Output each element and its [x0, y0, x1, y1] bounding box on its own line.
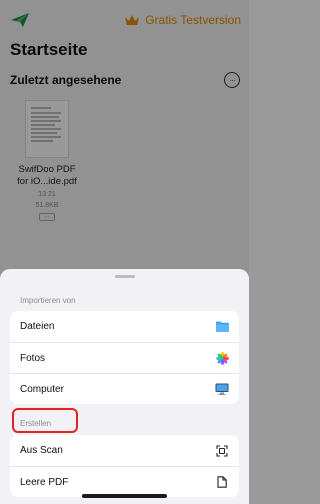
scan-highlight-annotation: [12, 408, 78, 433]
action-sheet: Importieren von Dateien Fotos Computer E…: [0, 269, 249, 504]
photos-icon: [215, 351, 229, 365]
create-blank-pdf-item[interactable]: Leere PDF: [10, 466, 239, 497]
import-files-label: Dateien: [20, 321, 55, 332]
home-indicator[interactable]: [82, 494, 167, 498]
create-group: Aus Scan Leere PDF: [10, 435, 239, 497]
create-blank-pdf-label: Leere PDF: [20, 476, 69, 488]
import-photos-label: Fotos: [20, 352, 46, 364]
create-from-scan-label: Aus Scan: [20, 445, 63, 456]
create-from-scan-item[interactable]: Aus Scan: [10, 435, 239, 466]
blank-document-icon: [215, 475, 229, 489]
import-computer-label: Computer: [20, 383, 64, 395]
import-group: Dateien Fotos Computer: [10, 311, 239, 404]
import-files-item[interactable]: Dateien: [10, 311, 239, 342]
scan-icon: [215, 444, 229, 458]
import-computer-item[interactable]: Computer: [10, 373, 239, 404]
folder-icon: [215, 320, 229, 334]
import-group-label: Importieren von: [20, 296, 76, 305]
sheet-drag-handle[interactable]: [115, 275, 135, 278]
monitor-icon: [215, 382, 229, 396]
import-photos-item[interactable]: Fotos: [10, 342, 239, 373]
